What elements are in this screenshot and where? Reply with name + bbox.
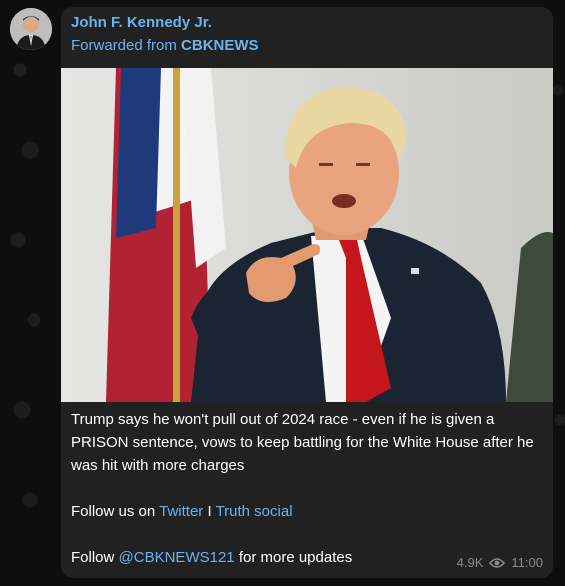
forwarded-header: Forwarded from CBKNEWS [71,37,259,54]
message-meta: 4.9K 11:00 [457,555,543,570]
channel-mention-link[interactable]: @CBKNEWS121 [119,549,235,566]
forwarded-source-link[interactable]: CBKNEWS [181,37,259,54]
eye-icon [489,557,506,569]
twitter-link[interactable]: Twitter [159,503,203,520]
caption-text: Trump says he won't pull out of 2024 rac… [71,411,534,474]
message-text: Trump says he won't pull out of 2024 rac… [71,408,541,569]
follow-prefix: Follow us on [71,503,156,520]
sender-name[interactable]: John F. Kennedy Jr. [71,14,212,31]
sender-avatar[interactable] [10,8,52,50]
view-count: 4.9K [456,555,484,570]
link-separator: I [207,503,212,520]
truth-social-link[interactable]: Truth social [216,503,293,520]
follow2-suffix: for more updates [238,549,353,566]
message-time: 11:00 [511,555,543,570]
follow2-prefix: Follow [71,549,115,566]
follow-line: Follow us on Twitter I Truth social [71,500,541,523]
post-photo[interactable] [61,68,553,402]
forwarded-prefix: Forwarded from [71,37,177,54]
message-bubble: John F. Kennedy Jr. Forwarded from CBKNE… [61,7,553,578]
